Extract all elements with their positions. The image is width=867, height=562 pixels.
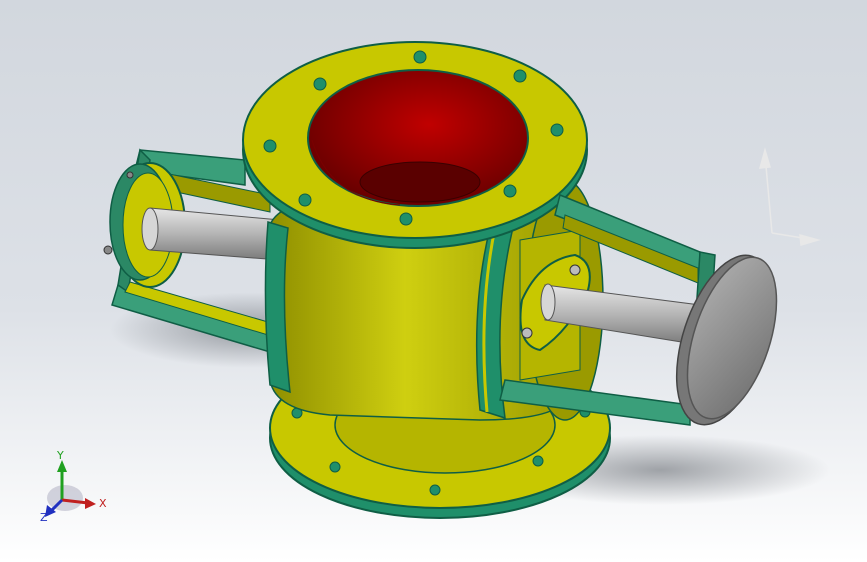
triad-z-label: Z <box>40 511 48 524</box>
triad-base <box>47 485 83 511</box>
triad-y-label: Y <box>56 449 64 462</box>
triad-icon[interactable]: Y X Z <box>40 449 107 524</box>
model-canvas[interactable]: Y X Z <box>0 0 867 562</box>
reference-triad-icon <box>758 147 821 246</box>
graphics-viewport[interactable]: Y X Z <box>0 0 867 562</box>
triad-x-label: X <box>99 497 107 510</box>
top-flange[interactable] <box>242 41 588 249</box>
triad-x-arrow <box>85 498 96 509</box>
